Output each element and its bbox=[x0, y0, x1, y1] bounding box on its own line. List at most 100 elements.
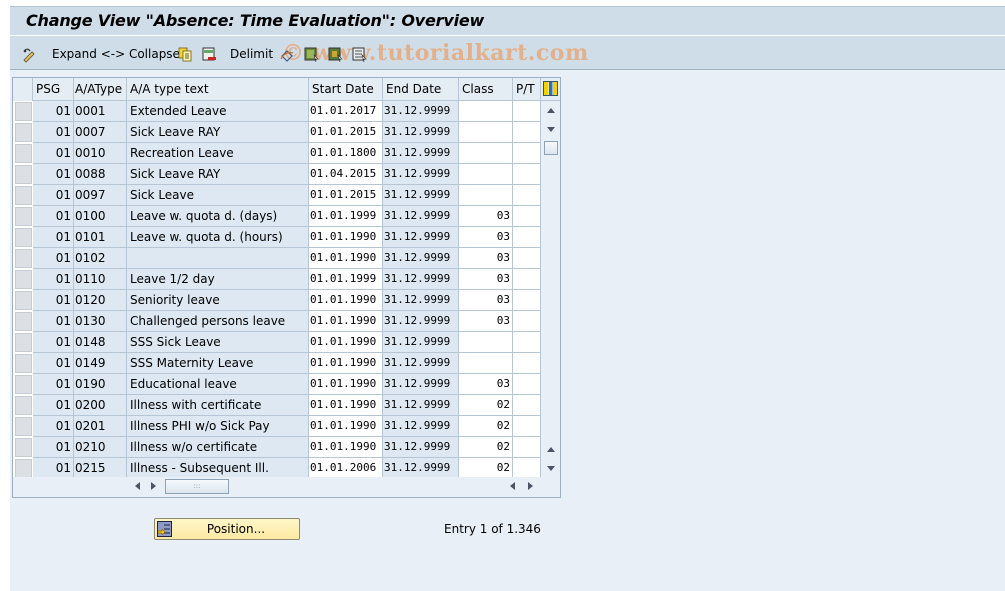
cell-aatype-text[interactable]: Leave w. quota d. (hours) bbox=[127, 227, 309, 248]
cell-aatype-text[interactable]: SSS Sick Leave bbox=[127, 332, 309, 353]
display-change-button[interactable] bbox=[22, 45, 37, 63]
cell-psg[interactable]: 01 bbox=[33, 374, 74, 395]
column-header-start-date[interactable]: Start Date bbox=[309, 78, 383, 101]
row-selector[interactable] bbox=[15, 165, 32, 184]
cell-end-date[interactable]: 31.12.9999 bbox=[383, 353, 459, 374]
select-all-button[interactable] bbox=[304, 45, 319, 63]
select-block-button[interactable] bbox=[328, 45, 343, 63]
cell-aatype-text[interactable]: Illness with certificate bbox=[127, 395, 309, 416]
cell-pt[interactable] bbox=[513, 185, 541, 206]
cell-end-date[interactable]: 31.12.9999 bbox=[383, 437, 459, 458]
cell-pt[interactable] bbox=[513, 353, 541, 374]
cell-pt[interactable] bbox=[513, 122, 541, 143]
cell-aatype[interactable]: 0210 bbox=[74, 437, 127, 458]
cell-pt[interactable] bbox=[513, 143, 541, 164]
cell-end-date[interactable]: 31.12.9999 bbox=[383, 311, 459, 332]
cell-start-date[interactable]: 01.01.1999 bbox=[309, 269, 383, 290]
cell-aatype-text[interactable]: Extended Leave bbox=[127, 101, 309, 122]
cell-end-date[interactable]: 31.12.9999 bbox=[383, 164, 459, 185]
cell-class[interactable]: 03 bbox=[459, 374, 513, 395]
cell-start-date[interactable]: 01.04.2015 bbox=[309, 164, 383, 185]
cell-psg[interactable]: 01 bbox=[33, 290, 74, 311]
cell-class[interactable]: 02 bbox=[459, 416, 513, 437]
cell-start-date[interactable]: 01.01.1999 bbox=[309, 206, 383, 227]
cell-aatype-text[interactable]: Leave 1/2 day bbox=[127, 269, 309, 290]
position-button[interactable]: Position... bbox=[154, 518, 300, 540]
row-selector[interactable] bbox=[15, 102, 32, 121]
cell-aatype-text[interactable]: Illness - Subsequent Ill. bbox=[127, 458, 309, 479]
cell-pt[interactable] bbox=[513, 332, 541, 353]
scroll-up-bottom-button[interactable] bbox=[542, 440, 559, 458]
cell-end-date[interactable]: 31.12.9999 bbox=[383, 416, 459, 437]
cell-aatype-text[interactable]: Illness w/o certificate bbox=[127, 437, 309, 458]
cell-aatype[interactable]: 0148 bbox=[74, 332, 127, 353]
cell-start-date[interactable]: 01.01.2006 bbox=[309, 458, 383, 479]
cell-pt[interactable] bbox=[513, 416, 541, 437]
cell-end-date[interactable]: 31.12.9999 bbox=[383, 332, 459, 353]
cell-psg[interactable]: 01 bbox=[33, 437, 74, 458]
scroll-left-end-button[interactable] bbox=[504, 478, 520, 494]
cell-psg[interactable]: 01 bbox=[33, 458, 74, 479]
cell-end-date[interactable]: 31.12.9999 bbox=[383, 248, 459, 269]
cell-aatype[interactable]: 0130 bbox=[74, 311, 127, 332]
row-selector[interactable] bbox=[15, 459, 32, 478]
cell-aatype-text[interactable]: Educational leave bbox=[127, 374, 309, 395]
cell-pt[interactable] bbox=[513, 101, 541, 122]
row-selector[interactable] bbox=[15, 291, 32, 310]
row-selector[interactable] bbox=[15, 144, 32, 163]
cell-start-date[interactable]: 01.01.1990 bbox=[309, 395, 383, 416]
cell-pt[interactable] bbox=[513, 437, 541, 458]
cell-aatype[interactable]: 0215 bbox=[74, 458, 127, 479]
row-selector[interactable] bbox=[15, 396, 32, 415]
cell-pt[interactable] bbox=[513, 458, 541, 479]
cell-aatype[interactable]: 0101 bbox=[74, 227, 127, 248]
cell-class[interactable] bbox=[459, 143, 513, 164]
cell-start-date[interactable]: 01.01.1990 bbox=[309, 437, 383, 458]
vertical-scroll-thumb[interactable] bbox=[544, 141, 558, 155]
row-selector[interactable] bbox=[15, 207, 32, 226]
cell-start-date[interactable]: 01.01.1800 bbox=[309, 143, 383, 164]
cell-pt[interactable] bbox=[513, 164, 541, 185]
cell-end-date[interactable]: 31.12.9999 bbox=[383, 143, 459, 164]
cell-start-date[interactable]: 01.01.1990 bbox=[309, 290, 383, 311]
row-selector[interactable] bbox=[15, 417, 32, 436]
row-selector[interactable] bbox=[15, 123, 32, 142]
cell-aatype[interactable]: 0097 bbox=[74, 185, 127, 206]
cell-class[interactable] bbox=[459, 353, 513, 374]
scroll-right-end-button[interactable] bbox=[522, 478, 538, 494]
cell-aatype[interactable]: 0110 bbox=[74, 269, 127, 290]
cell-end-date[interactable]: 31.12.9999 bbox=[383, 227, 459, 248]
cell-aatype-text[interactable]: Sick Leave bbox=[127, 185, 309, 206]
cell-class[interactable] bbox=[459, 122, 513, 143]
cell-aatype-text[interactable]: SSS Maternity Leave bbox=[127, 353, 309, 374]
scroll-up-button[interactable] bbox=[542, 101, 559, 119]
cell-aatype-text[interactable]: Sick Leave RAY bbox=[127, 122, 309, 143]
cell-class[interactable]: 03 bbox=[459, 311, 513, 332]
cell-psg[interactable]: 01 bbox=[33, 143, 74, 164]
cell-start-date[interactable]: 01.01.2015 bbox=[309, 122, 383, 143]
cell-pt[interactable] bbox=[513, 290, 541, 311]
cell-aatype[interactable]: 0200 bbox=[74, 395, 127, 416]
cell-aatype[interactable]: 0007 bbox=[74, 122, 127, 143]
cell-aatype-text[interactable]: Leave w. quota d. (days) bbox=[127, 206, 309, 227]
cell-end-date[interactable]: 31.12.9999 bbox=[383, 395, 459, 416]
cell-psg[interactable]: 01 bbox=[33, 206, 74, 227]
column-header-aatype[interactable]: A/AType bbox=[74, 78, 127, 101]
column-header-end-date[interactable]: End Date bbox=[383, 78, 459, 101]
cell-end-date[interactable]: 31.12.9999 bbox=[383, 206, 459, 227]
cell-pt[interactable] bbox=[513, 248, 541, 269]
column-header-psg[interactable]: PSG bbox=[33, 78, 74, 101]
cell-psg[interactable]: 01 bbox=[33, 311, 74, 332]
cell-aatype[interactable]: 0149 bbox=[74, 353, 127, 374]
cell-class[interactable]: 03 bbox=[459, 227, 513, 248]
cell-start-date[interactable]: 01.01.1990 bbox=[309, 311, 383, 332]
column-header-class[interactable]: Class bbox=[459, 78, 513, 101]
row-selector[interactable] bbox=[15, 186, 32, 205]
row-selector[interactable] bbox=[15, 333, 32, 352]
row-selector[interactable] bbox=[15, 354, 32, 373]
cell-psg[interactable]: 01 bbox=[33, 227, 74, 248]
select-all-rows-corner[interactable] bbox=[13, 78, 33, 101]
column-header-pt[interactable]: P/T bbox=[513, 78, 541, 101]
cell-class[interactable] bbox=[459, 185, 513, 206]
cell-end-date[interactable]: 31.12.9999 bbox=[383, 374, 459, 395]
